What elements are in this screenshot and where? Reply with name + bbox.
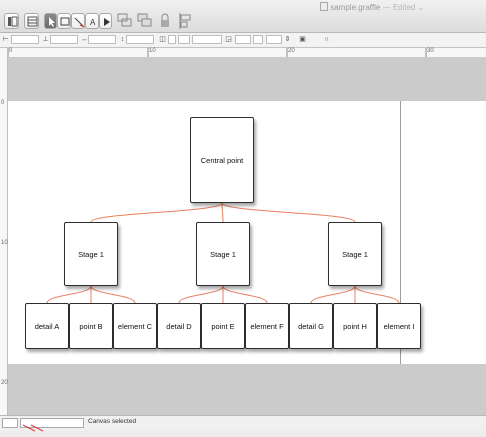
connector-root-stage-1[interactable] (90, 202, 223, 223)
node-label: element I (383, 321, 415, 331)
node-label: detail A (34, 321, 60, 331)
node-central-point[interactable]: Central point (190, 117, 254, 203)
node-label: element F (250, 321, 284, 331)
node-label: Central point (200, 155, 244, 165)
connector-stage-leaf-7[interactable] (310, 285, 356, 304)
node-label: point H (343, 321, 367, 331)
connector-stage-leaf-3[interactable] (90, 285, 136, 304)
page-thumbnail-1[interactable] (2, 418, 18, 428)
status-bar (0, 415, 486, 432)
connection-lines (46, 202, 400, 304)
node-leaf-5[interactable]: point E (201, 303, 245, 349)
node-stage-1[interactable]: Stage 1 (64, 222, 118, 286)
node-label: Stage 1 (78, 249, 104, 259)
node-label: point B (79, 321, 103, 331)
node-leaf-2[interactable]: point B (69, 303, 113, 349)
node-leaf-7[interactable]: detail G (289, 303, 333, 349)
page-thumbnail-2[interactable] (20, 418, 84, 432)
node-leaf-9[interactable]: element I (377, 303, 421, 349)
connector-root-stage-2[interactable] (221, 202, 224, 223)
node-label: detail D (166, 321, 192, 331)
node-leaf-1[interactable]: detail A (25, 303, 69, 349)
node-leaf-6[interactable]: element F (245, 303, 289, 349)
connector-stage-leaf-6[interactable] (222, 285, 268, 304)
line-preview-icon (22, 424, 44, 432)
connector-root-stage-3[interactable] (221, 202, 356, 223)
node-stage-2[interactable]: Stage 1 (196, 222, 250, 286)
status-text: Canvas selected (88, 418, 137, 425)
node-leaf-8[interactable]: point H (333, 303, 377, 349)
connector-stage-leaf-1[interactable] (46, 285, 92, 304)
node-label: element C (117, 321, 153, 331)
node-stage-3[interactable]: Stage 1 (328, 222, 382, 286)
node-label: point E (211, 321, 235, 331)
connector-stage-leaf-9[interactable] (354, 285, 400, 304)
connector-stage-leaf-4[interactable] (178, 285, 224, 304)
node-leaf-3[interactable]: element C (113, 303, 157, 349)
node-label: Stage 1 (342, 249, 368, 259)
node-leaf-4[interactable]: detail D (157, 303, 201, 349)
node-label: Stage 1 (210, 249, 236, 259)
node-label: detail G (298, 321, 324, 331)
